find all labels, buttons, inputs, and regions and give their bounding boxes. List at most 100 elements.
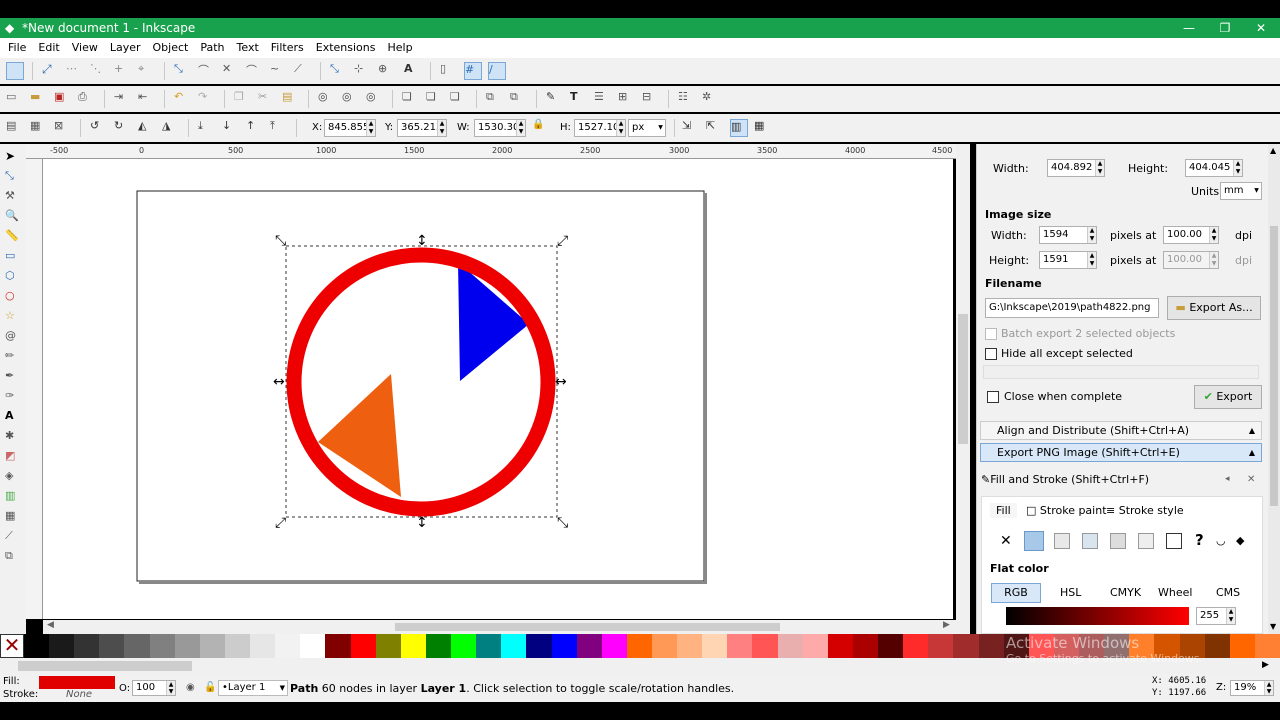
- hscroll-thumb[interactable]: [395, 623, 780, 631]
- scale-corners-icon[interactable]: ⇱: [706, 119, 724, 137]
- snap-bbox-icon[interactable]: ⤢: [42, 62, 60, 80]
- snap-intersection-icon[interactable]: ✕: [222, 62, 240, 80]
- clone-icon[interactable]: ❏: [426, 90, 444, 108]
- color-swatch[interactable]: [199, 634, 226, 658]
- eraser-tool-icon[interactable]: ◩: [5, 449, 21, 465]
- color-swatch[interactable]: [425, 634, 452, 658]
- print-icon[interactable]: ⎙: [78, 90, 96, 108]
- paste-icon[interactable]: ▤: [282, 90, 300, 108]
- move-gradients-icon[interactable]: ▥: [730, 119, 748, 137]
- color-swatch[interactable]: [375, 634, 402, 658]
- canvas-vertical-scrollbar[interactable]: [956, 144, 970, 634]
- color-swatch[interactable]: [626, 634, 653, 658]
- color-swatch[interactable]: [400, 634, 427, 658]
- no-paint-icon[interactable]: ✕: [1000, 533, 1012, 549]
- rectangle-tool-icon[interactable]: ▭: [5, 249, 21, 265]
- layer-visibility-icon[interactable]: ◉: [186, 682, 195, 693]
- swatch-icon[interactable]: [1166, 533, 1182, 549]
- minimize-button[interactable]: —: [1170, 18, 1208, 38]
- dock-close-icon[interactable]: ✕: [1247, 474, 1255, 485]
- menu-help[interactable]: Help: [381, 38, 418, 57]
- zoom-selection-icon[interactable]: ◎: [318, 90, 336, 108]
- w-input[interactable]: 1530.30 ▲ ▼: [474, 119, 526, 137]
- snap-path-icon[interactable]: ⌒: [198, 62, 216, 80]
- scroll-right-icon[interactable]: ▶: [943, 620, 950, 630]
- color-swatch[interactable]: [827, 634, 854, 658]
- color-swatch[interactable]: [702, 634, 729, 658]
- h-input[interactable]: 1527.10 ▲ ▼: [574, 119, 626, 137]
- tweak-tool-icon[interactable]: ⚒: [5, 189, 21, 205]
- open-icon[interactable]: ▬: [30, 90, 48, 108]
- color-swatch[interactable]: [652, 634, 678, 658]
- radial-gradient-icon[interactable]: [1082, 533, 1098, 549]
- export-png-dock-header[interactable]: Export PNG Image (Shift+Ctrl+E) ▲: [980, 443, 1262, 462]
- color-swatch[interactable]: [325, 634, 352, 658]
- flip-vertical-icon[interactable]: ◮: [162, 119, 180, 137]
- text-tool-icon[interactable]: A: [5, 409, 21, 425]
- export-button[interactable]: ✔ Export: [1194, 385, 1262, 409]
- calligraphy-tool-icon[interactable]: ✑: [5, 389, 21, 405]
- spin-arrows[interactable]: ▲ ▼: [166, 681, 175, 695]
- menu-layer[interactable]: Layer: [104, 38, 147, 57]
- fill-stroke-icon[interactable]: ✎: [546, 90, 564, 108]
- node-tool-icon[interactable]: ⤡: [5, 169, 21, 185]
- connector-tool-icon[interactable]: ⧉: [5, 549, 21, 565]
- h-spin-arrows[interactable]: ▲ ▼: [616, 120, 625, 136]
- panel-scroll-thumb[interactable]: [1270, 226, 1278, 506]
- x-input[interactable]: 845.855 ▲ ▼: [324, 119, 376, 137]
- align-distribute-dock-header[interactable]: Align and Distribute (Shift+Ctrl+A) ▲: [980, 421, 1262, 440]
- spin-arrows[interactable]: ▲ ▼: [1087, 252, 1096, 268]
- filename-input[interactable]: G:\Inkscape\2019\path4822.png: [985, 298, 1159, 318]
- lower-icon[interactable]: ↓: [222, 119, 240, 137]
- img-height-input[interactable]: 1591 ▲ ▼: [1039, 251, 1097, 269]
- new-document-icon[interactable]: ▭: [6, 90, 24, 108]
- rotate-cw-icon[interactable]: ↻: [114, 119, 132, 137]
- vscroll-thumb[interactable]: [958, 314, 968, 444]
- color-swatch[interactable]: [300, 634, 327, 658]
- ungroup-icon[interactable]: ⧉: [510, 90, 528, 108]
- spin-arrows[interactable]: ▲ ▼: [1226, 608, 1235, 624]
- rotate-ccw-icon[interactable]: ↺: [90, 119, 108, 137]
- raise-icon[interactable]: ↑: [246, 119, 264, 137]
- spin-arrows[interactable]: ▲ ▼: [1264, 681, 1273, 695]
- snap-bbox-corner-icon[interactable]: ⋱: [90, 62, 108, 80]
- mode-hsl-button[interactable]: HSL: [1060, 586, 1081, 599]
- scroll-down-icon[interactable]: ▼: [1270, 622, 1276, 631]
- flat-color-icon[interactable]: [1024, 531, 1044, 551]
- group-icon[interactable]: ⧉: [486, 90, 504, 108]
- fill-rule-evenodd-icon[interactable]: ◡: [1216, 534, 1226, 547]
- color-swatch[interactable]: [174, 634, 201, 658]
- mode-rgb-button[interactable]: RGB: [991, 583, 1041, 603]
- pen-tool-icon[interactable]: ✒: [5, 369, 21, 385]
- dock-iconify-icon[interactable]: ◂: [1225, 474, 1230, 484]
- snap-toggle-icon[interactable]: [6, 62, 24, 80]
- snap-nodes-icon[interactable]: ⤡: [174, 62, 192, 80]
- linear-gradient-icon[interactable]: [1054, 533, 1070, 549]
- menu-view[interactable]: View: [66, 38, 104, 57]
- area-height-input[interactable]: 404.045 ▲ ▼: [1185, 159, 1243, 177]
- color-swatch[interactable]: [49, 634, 76, 658]
- canvas-horizontal-scrollbar[interactable]: ◀ ▶: [43, 620, 956, 634]
- text-font-icon[interactable]: T: [570, 90, 588, 108]
- units-select[interactable]: mm ▼: [1220, 182, 1262, 200]
- preferences-icon[interactable]: ✲: [702, 90, 720, 108]
- area-width-input[interactable]: 404.892 ▲ ▼: [1047, 159, 1105, 177]
- measure-tool-icon[interactable]: 📏: [5, 229, 21, 245]
- red-input[interactable]: 255 ▲ ▼: [1196, 607, 1236, 625]
- scale-stroke-icon[interactable]: ⇲: [682, 119, 700, 137]
- color-swatch[interactable]: [501, 634, 528, 658]
- snap-others-icon[interactable]: ⤡: [330, 62, 348, 80]
- cut-icon[interactable]: ✂: [258, 90, 276, 108]
- scroll-up-icon[interactable]: ▲: [1270, 146, 1276, 155]
- color-swatch[interactable]: [99, 634, 126, 658]
- snap-rotation-center-icon[interactable]: ⊕: [378, 62, 396, 80]
- export-icon[interactable]: ⇤: [138, 90, 156, 108]
- paint-bucket-icon[interactable]: ◈: [5, 469, 21, 485]
- copy-icon[interactable]: ❐: [234, 90, 252, 108]
- color-swatch[interactable]: [451, 634, 478, 658]
- pencil-tool-icon[interactable]: ✏: [5, 349, 21, 365]
- zoom-tool-icon[interactable]: 🔍: [5, 209, 21, 225]
- duplicate-icon[interactable]: ❏: [402, 90, 420, 108]
- snap-bbox-center-icon[interactable]: ⌖: [138, 62, 156, 80]
- dropper-tool-icon[interactable]: ⟋: [5, 529, 21, 545]
